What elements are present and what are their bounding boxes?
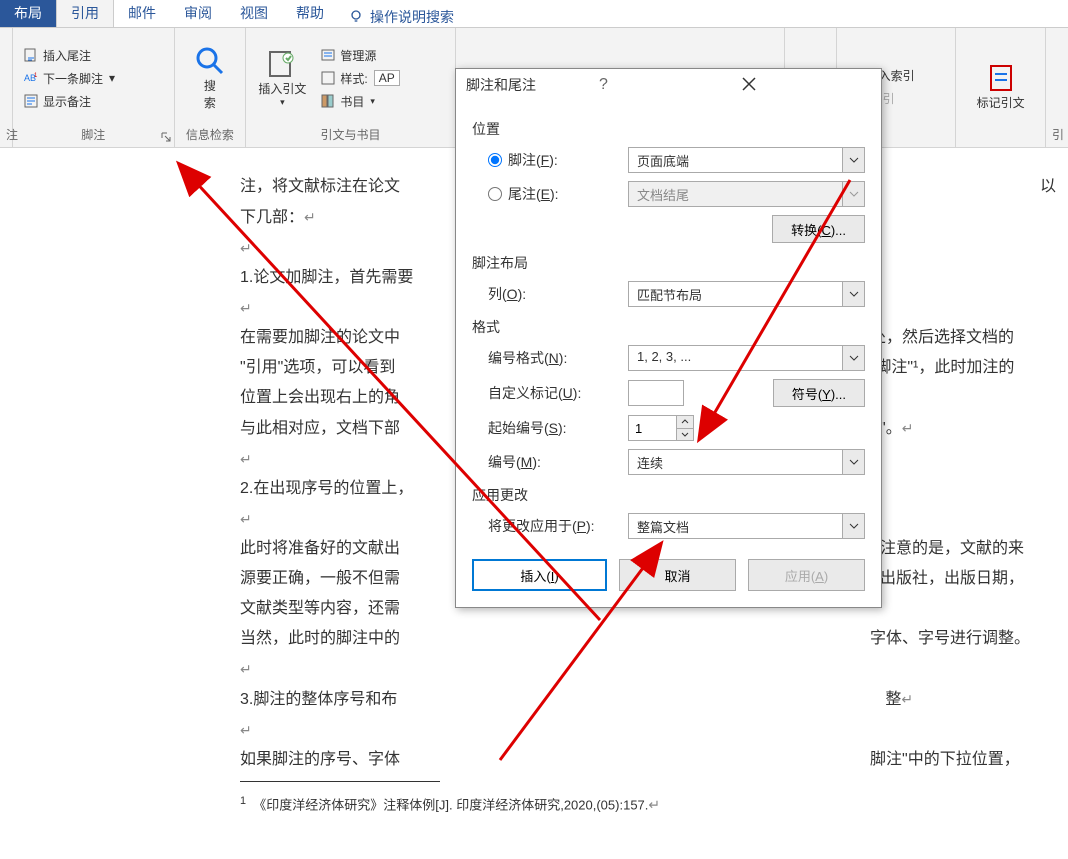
citations-group-label: 引文与书目	[252, 124, 448, 145]
tab-references[interactable]: 引用	[56, 0, 114, 27]
section-position: 位置	[472, 119, 865, 139]
manage-sources-icon	[320, 47, 336, 63]
bibliography-icon	[320, 93, 336, 109]
tab-review[interactable]: 审阅	[170, 0, 226, 27]
custom-mark-label: 自定义标记(U):	[488, 383, 628, 403]
tab-layout[interactable]: 布局	[0, 0, 56, 27]
convert-button[interactable]: 转换(C)...	[772, 215, 865, 243]
columns-combo[interactable]: 匹配节布局	[628, 281, 865, 307]
dialog-title: 脚注和尾注	[466, 75, 585, 95]
tab-view[interactable]: 视图	[226, 0, 282, 27]
apply-button: 应用(A)	[748, 559, 865, 591]
section-apply: 应用更改	[472, 485, 865, 505]
dialog-close-button[interactable]	[732, 77, 871, 94]
footnote-location-combo[interactable]: 页面底端	[628, 147, 865, 173]
footnote-launcher-icon[interactable]	[160, 131, 172, 143]
start-at-spinner[interactable]	[628, 415, 694, 441]
mark-citation-icon	[985, 62, 1017, 94]
style-icon	[320, 70, 336, 86]
smart-lookup[interactable]: 搜 索	[188, 32, 232, 124]
endnote-radio-label[interactable]: 尾注(E):	[488, 184, 628, 204]
chevron-down-icon	[849, 191, 859, 197]
numbering-label: 编号(M):	[488, 452, 628, 472]
columns-label: 列(O):	[488, 284, 628, 304]
ribbon-group-citations: 插入引文 ▾ 管理源 样式: AP 书目 ▾ 引文	[246, 28, 455, 147]
show-notes[interactable]: 显示备注	[19, 91, 119, 112]
apply-to-label: 将更改应用于(P):	[488, 516, 628, 536]
chevron-down-icon	[681, 432, 689, 437]
close-icon	[742, 77, 756, 91]
citation-icon	[266, 48, 298, 80]
endnote-icon	[23, 47, 39, 63]
next-footnote[interactable]: AB1 下一条脚注 ▾	[19, 68, 119, 89]
show-notes-icon	[23, 93, 39, 109]
tab-help[interactable]: 帮助	[282, 0, 338, 27]
footnote-group-label: 脚注	[19, 124, 168, 145]
chevron-down-icon	[849, 157, 859, 163]
apply-to-combo[interactable]: 整篇文档	[628, 513, 865, 539]
custom-mark-input[interactable]	[628, 380, 684, 406]
numbering-combo[interactable]: 连续	[628, 449, 865, 475]
ribbon-group-research: 搜 索 信息检索	[175, 28, 247, 147]
tab-mailings[interactable]: 邮件	[114, 0, 170, 27]
ribbon-group-footnotes: 插入尾注 AB1 下一条脚注 ▾ 显示备注 脚注	[13, 28, 175, 147]
footnote-dialog: 脚注和尾注 ? 位置 脚注(F): 页面底端 尾注(E): 文档结尾	[455, 68, 882, 608]
chevron-up-icon	[681, 419, 689, 424]
chevron-down-icon	[849, 355, 859, 361]
cancel-button[interactable]: 取消	[619, 559, 736, 591]
start-at-label: 起始编号(S):	[488, 418, 628, 438]
chevron-down-icon	[849, 291, 859, 297]
spin-down[interactable]	[677, 428, 693, 441]
svg-text:1: 1	[34, 73, 38, 79]
ribbon-group-right-edge: 引	[1046, 28, 1068, 147]
endnote-location-combo: 文档结尾	[628, 181, 865, 207]
mark-citation[interactable]: 标记引文	[971, 32, 1031, 141]
ribbon-group-left-edge: 注	[0, 28, 13, 147]
section-layout: 脚注布局	[472, 253, 865, 273]
dialog-help-button[interactable]: ?	[585, 76, 732, 94]
number-format-label: 编号格式(N):	[488, 348, 628, 368]
spin-up[interactable]	[677, 416, 693, 428]
search-icon	[194, 45, 226, 77]
insert-endnote[interactable]: 插入尾注	[19, 45, 119, 66]
tell-me-search[interactable]: 操作说明搜索	[348, 7, 454, 27]
lightbulb-icon	[348, 9, 364, 25]
citation-style[interactable]: 样式: AP	[316, 68, 403, 89]
section-format: 格式	[472, 317, 865, 337]
insert-citation[interactable]: 插入引文 ▾	[252, 32, 312, 124]
endnote-radio[interactable]	[488, 187, 502, 201]
number-format-combo[interactable]: 1, 2, 3, ...	[628, 345, 865, 371]
start-at-input[interactable]	[628, 415, 676, 441]
manage-sources[interactable]: 管理源	[316, 45, 403, 66]
footnote-radio-label[interactable]: 脚注(F):	[488, 150, 628, 170]
ribbon-tabs: 布局 引用 邮件 审阅 视图 帮助 操作说明搜索	[0, 0, 1068, 28]
ribbon-group-mark: 标记引文	[956, 28, 1046, 147]
footnote-radio[interactable]	[488, 153, 502, 167]
next-footnote-icon: AB1	[23, 70, 39, 86]
chevron-down-icon	[849, 523, 859, 529]
insert-button[interactable]: 插入(I)	[472, 559, 607, 591]
chevron-down-icon	[849, 459, 859, 465]
symbol-button[interactable]: 符号(Y)...	[773, 379, 865, 407]
bibliography[interactable]: 书目 ▾	[316, 91, 403, 112]
research-group-label: 信息检索	[181, 124, 240, 145]
